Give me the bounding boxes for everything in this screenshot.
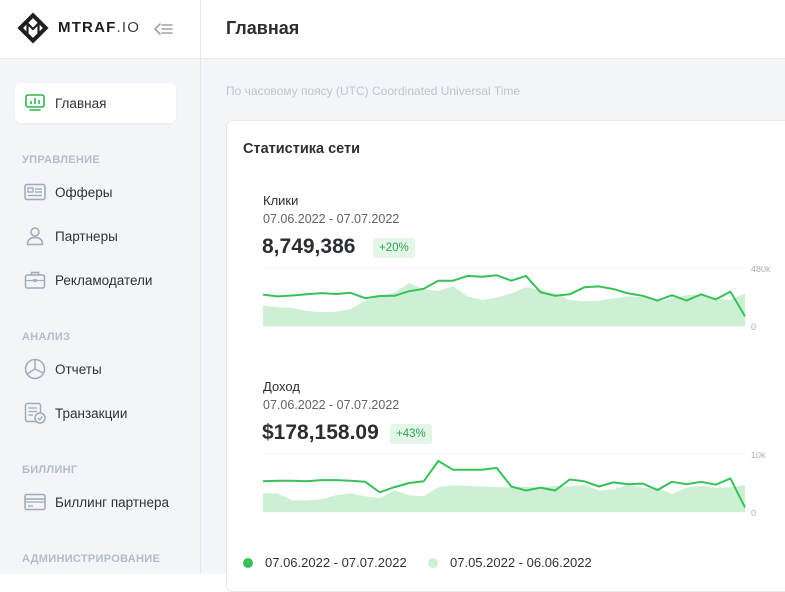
transactions-icon (24, 402, 46, 424)
revenue-date-range: 07.06.2022 - 07.07.2022 (263, 398, 400, 412)
series-area-previous (263, 484, 745, 512)
clicks-label: Клики (263, 193, 299, 208)
sidebar-item-label: Партнеры (55, 228, 118, 244)
sidebar-item-label: Биллинг партнера (55, 494, 170, 510)
clicks-change-badge: +20% (373, 238, 415, 258)
revenue-change-badge: +43% (390, 424, 432, 444)
y-axis-min-label: 0 (751, 508, 756, 518)
network-stats-card: Статистика сети Клики 07.06.2022 - 07.07… (226, 120, 785, 592)
legend-item-current[interactable]: 07.06.2022 - 07.07.2022 (243, 555, 407, 570)
user-icon (24, 225, 46, 247)
section-title-administration: АДМИНИСТРИРОВАНИЕ (22, 553, 161, 565)
brand-name-suffix: .IO (116, 19, 141, 36)
brand-name-bold: MTRAF (58, 19, 117, 36)
series-area-previous (263, 283, 745, 326)
brand-name: MTRAF.IO (58, 19, 140, 36)
page-title: Главная (226, 18, 300, 38)
y-axis-max-label: 10k (751, 452, 766, 460)
collapse-sidebar-icon[interactable] (152, 18, 174, 40)
timezone-note: По часовому поясу (UTC) Coordinated Univ… (226, 84, 521, 98)
sidebar-item-label: Рекламодатели (55, 272, 153, 288)
section-title-analysis: АНАЛИЗ (22, 331, 71, 343)
sidebar-item-label: Главная (55, 95, 107, 111)
sidebar-item-label: Отчеты (55, 361, 102, 377)
legend-label-previous: 07.05.2022 - 06.06.2022 (450, 555, 592, 570)
sidebar-item-label: Офферы (55, 184, 113, 200)
dashboard-icon (24, 92, 46, 114)
legend-item-previous[interactable]: 07.05.2022 - 06.06.2022 (428, 555, 592, 570)
card-title: Статистика сети (243, 141, 361, 157)
sidebar-item-reports[interactable]: Отчеты (15, 349, 176, 389)
sidebar-item-transactions[interactable]: Транзакции (15, 393, 176, 433)
clicks-value: 8,749,386 (262, 235, 356, 258)
brand-bar: MTRAF.IO (0, 0, 200, 59)
revenue-chart[interactable]: 10k 0 (263, 452, 773, 530)
briefcase-icon (24, 269, 46, 291)
revenue-value: $178,158.09 (262, 421, 379, 444)
clicks-chart[interactable]: 480k 0 (263, 266, 773, 344)
sidebar-item-advertisers[interactable]: Рекламодатели (15, 260, 176, 300)
sidebar: MTRAF.IO Главная УПРАВЛЕНИЕ Офферы Партн… (0, 0, 201, 574)
credit-card-icon (24, 491, 46, 513)
legend-dot-previous (428, 557, 438, 568)
sidebar-item-home[interactable]: Главная (15, 83, 176, 123)
section-title-management: УПРАВЛЕНИЕ (22, 154, 100, 166)
top-header: Главная (201, 0, 785, 59)
sidebar-item-offers[interactable]: Офферы (15, 172, 176, 212)
pie-chart-icon (24, 358, 46, 380)
y-axis-max-label: 480k (751, 266, 771, 274)
clicks-date-range: 07.06.2022 - 07.07.2022 (263, 212, 400, 226)
legend-label-current: 07.06.2022 - 07.07.2022 (265, 555, 407, 570)
y-axis-min-label: 0 (751, 322, 756, 332)
main-content: По часовому поясу (UTC) Coordinated Univ… (201, 59, 785, 592)
sidebar-item-partner-billing[interactable]: Биллинг партнера (15, 482, 176, 522)
revenue-label: Доход (263, 379, 300, 394)
legend-dot-current (243, 557, 253, 568)
sidebar-item-partners[interactable]: Партнеры (15, 216, 176, 256)
offers-card-icon (24, 181, 46, 203)
sidebar-item-label: Транзакции (55, 405, 128, 421)
logo-icon[interactable] (16, 11, 50, 45)
section-title-billing: БИЛЛИНГ (22, 464, 78, 476)
